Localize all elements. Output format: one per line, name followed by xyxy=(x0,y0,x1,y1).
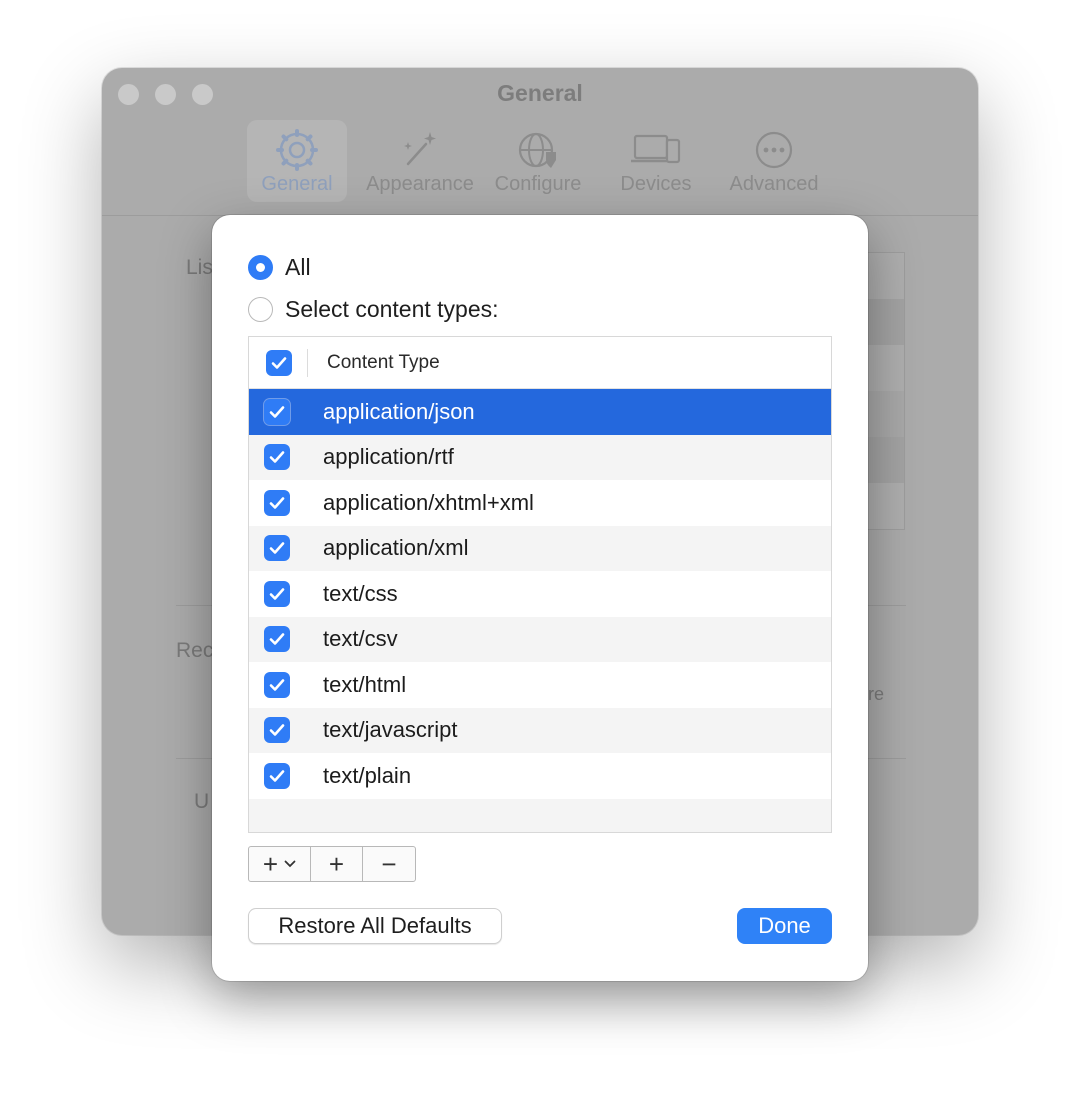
table-header: Content Type xyxy=(249,337,831,389)
row-label: text/csv xyxy=(323,626,398,652)
table-rows: application/json application/rtf applicati… xyxy=(249,389,831,799)
table-row[interactable]: application/rtf xyxy=(249,434,831,480)
table-row[interactable]: text/html xyxy=(249,662,831,708)
tab-devices[interactable]: Devices xyxy=(597,120,715,202)
bg-label-re: re xyxy=(868,684,885,704)
checkmark-icon xyxy=(269,496,285,509)
bg-label-list: Lis xyxy=(186,256,213,279)
table-row[interactable]: text/plain xyxy=(249,753,831,799)
add-label: + xyxy=(328,848,345,879)
row-label: text/html xyxy=(323,671,407,697)
list-edit-segmented-control: + + − xyxy=(248,846,416,882)
checkmark-icon xyxy=(269,542,285,555)
tab-general-label: General xyxy=(261,173,333,195)
radio-select-content-types[interactable] xyxy=(248,297,273,322)
row-label: application/json xyxy=(323,398,475,424)
remove-button[interactable]: − xyxy=(363,847,415,881)
chevron-down-icon xyxy=(284,860,296,868)
checkmark-icon xyxy=(269,587,285,600)
row-checkbox[interactable] xyxy=(264,762,290,789)
tab-appearance[interactable]: Appearance xyxy=(361,120,479,202)
toolbar-tabs: General Appearance Configure Devices Adv… xyxy=(102,120,978,202)
add-menu-button[interactable]: + xyxy=(249,847,311,881)
row-checkbox[interactable] xyxy=(264,535,290,562)
column-header-content-type[interactable]: Content Type xyxy=(327,352,440,374)
table-row[interactable]: application/xhtml+xml xyxy=(249,480,831,526)
remove-label: − xyxy=(381,848,397,879)
ellipsis-circle-icon xyxy=(752,127,796,173)
row-label: application/xml xyxy=(323,535,469,561)
content-types-sheet: All Select content types: Content Type a… xyxy=(212,215,868,981)
column-separator xyxy=(307,349,308,377)
checkmark-icon xyxy=(269,451,285,464)
tab-advanced-label: Advanced xyxy=(729,173,819,195)
magic-wand-icon xyxy=(398,127,442,173)
checkmark-icon xyxy=(271,356,287,369)
laptop-phone-icon xyxy=(629,127,683,173)
radio-select-row[interactable]: Select content types: xyxy=(248,296,499,323)
radio-select-label: Select content types: xyxy=(285,296,499,322)
row-checkbox[interactable] xyxy=(264,717,290,744)
tab-configure-label: Configure xyxy=(494,173,582,195)
checkmark-icon xyxy=(269,405,285,418)
content-type-table: Content Type application/json application… xyxy=(248,336,832,833)
row-checkbox[interactable] xyxy=(264,489,290,516)
table-row[interactable]: text/csv xyxy=(249,616,831,662)
radio-all-label: All xyxy=(285,254,311,280)
globe-shield-icon xyxy=(516,127,560,173)
row-label: text/plain xyxy=(323,762,412,788)
bg-label-rec: Rec xyxy=(176,639,214,662)
row-checkbox[interactable] xyxy=(264,398,290,425)
tab-general[interactable]: General xyxy=(247,120,347,202)
row-label: text/javascript xyxy=(323,717,458,743)
tab-configure[interactable]: Configure xyxy=(479,120,597,202)
row-checkbox[interactable] xyxy=(264,580,290,607)
table-row[interactable]: text/css xyxy=(249,571,831,617)
tab-devices-label: Devices xyxy=(620,173,692,195)
gear-icon xyxy=(275,127,319,173)
done-button[interactable]: Done xyxy=(737,908,832,944)
table-row[interactable]: text/javascript xyxy=(249,707,831,753)
tab-appearance-label: Appearance xyxy=(366,173,474,195)
checkmark-icon xyxy=(269,633,285,646)
bg-label-u: U xyxy=(194,790,210,813)
restore-all-defaults-button[interactable]: Restore All Defaults xyxy=(248,908,502,944)
tab-advanced[interactable]: Advanced xyxy=(715,120,833,202)
window-title: General xyxy=(497,80,583,106)
add-menu-label: + xyxy=(262,848,279,879)
row-checkbox[interactable] xyxy=(264,671,290,698)
row-label: application/rtf xyxy=(323,444,454,470)
add-button[interactable]: + xyxy=(311,847,363,881)
radio-all[interactable] xyxy=(248,255,273,280)
bg-list xyxy=(862,252,905,530)
radio-all-row[interactable]: All xyxy=(248,254,311,281)
row-label: application/xhtml+xml xyxy=(323,489,534,515)
checkmark-icon xyxy=(269,678,285,691)
row-checkbox[interactable] xyxy=(264,444,290,471)
row-label: text/css xyxy=(323,580,398,606)
table-row[interactable]: application/xml xyxy=(249,525,831,571)
row-checkbox[interactable] xyxy=(264,626,290,653)
checkmark-icon xyxy=(269,724,285,737)
checkmark-icon xyxy=(269,769,285,782)
table-row[interactable]: application/json xyxy=(249,389,831,435)
header-checkbox[interactable] xyxy=(266,349,292,376)
